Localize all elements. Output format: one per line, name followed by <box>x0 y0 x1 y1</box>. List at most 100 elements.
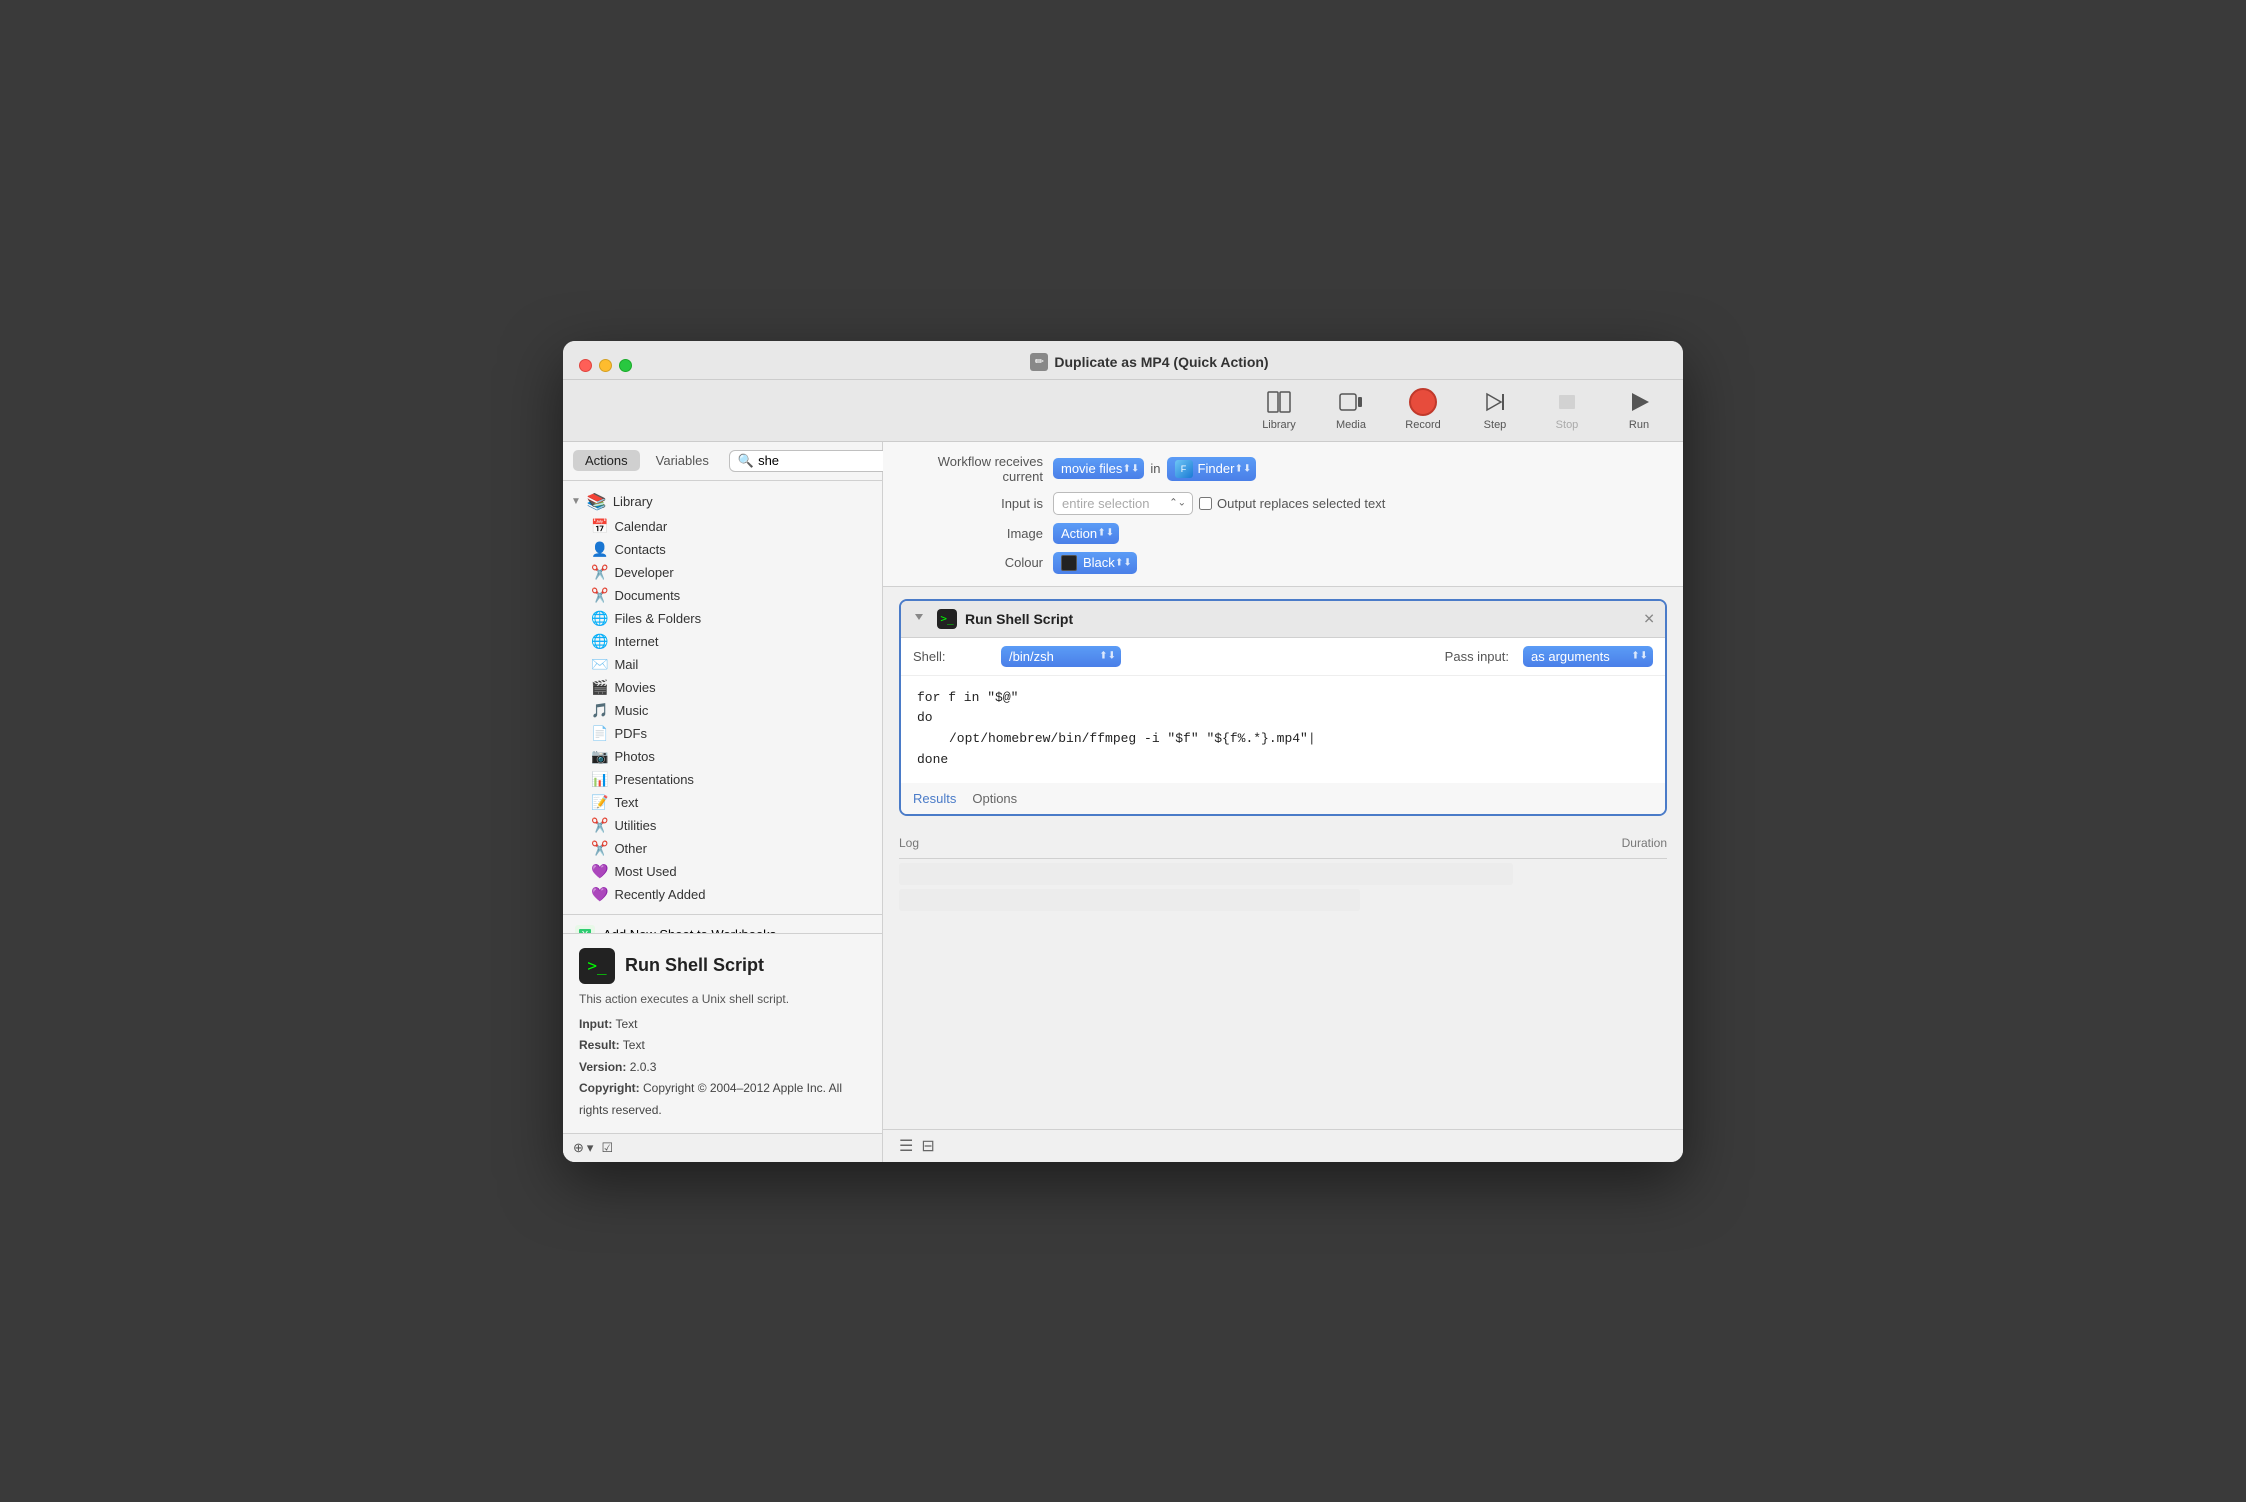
result-add-sheet[interactable]: X Add New Sheet to Workbooks <box>563 919 882 933</box>
finder-dropdown[interactable]: F Finder ⬆⬇ <box>1167 457 1257 481</box>
config-row-colour: Colour Black ⬆⬇ <box>903 552 1663 574</box>
duration-column-header: Duration <box>1547 836 1667 850</box>
media-label: Media <box>1336 419 1366 431</box>
results-tab[interactable]: Results <box>913 789 956 808</box>
result-label: Result: <box>579 1038 620 1052</box>
sidebar-item-movies[interactable]: 🎬 Movies <box>563 676 882 699</box>
sidebar-item-presentations[interactable]: 📊 Presentations <box>563 768 882 791</box>
workflow-receives-dropdown[interactable]: movie files ⬆⬇ <box>1053 458 1144 479</box>
code-line-3: /opt/homebrew/bin/ffmpeg -i "$f" "${f%.*… <box>917 729 1649 750</box>
run-label: Run <box>1629 419 1649 431</box>
columns-view-button[interactable]: ⊟ <box>921 1136 934 1156</box>
sidebar-tree: ▼ 📚 Library 📅 Calendar 👤 Contacts ✂️ Dev… <box>563 481 882 915</box>
info-panel-title: Run Shell Script <box>625 955 764 976</box>
step-label: Step <box>1484 419 1507 431</box>
sidebar-item-calendar[interactable]: 📅 Calendar <box>563 515 882 538</box>
sidebar-item-pdfs[interactable]: 📄 PDFs <box>563 722 882 745</box>
action-collapse-button[interactable] <box>913 610 929 628</box>
input-dropdown-arrow-icon: ⌃⌄ <box>1169 498 1186 509</box>
sidebar-item-text[interactable]: 📝 Text <box>563 791 882 814</box>
action-shell-row: Shell: /bin/zsh ⬆⬇ Pass input: as argume… <box>901 638 1665 676</box>
code-line-4: done <box>917 750 1649 771</box>
image-value: Action <box>1061 526 1097 541</box>
checkbox-button[interactable]: ☑ <box>601 1140 613 1156</box>
sidebar-label-mail: Mail <box>614 657 638 672</box>
toolbar-media[interactable]: Media <box>1327 388 1375 431</box>
pass-input-dropdown[interactable]: as arguments ⬆⬇ <box>1523 646 1653 667</box>
colour-dropdown-arrow-icon: ⬆⬇ <box>1115 557 1132 568</box>
input-is-value: entire selection <box>1062 496 1149 511</box>
sidebar-item-utilities[interactable]: ✂️ Utilities <box>563 814 882 837</box>
sidebar-item-photos[interactable]: 📷 Photos <box>563 745 882 768</box>
stop-icon <box>1553 388 1581 416</box>
titlebar: ✏ Duplicate as MP4 (Quick Action) <box>563 341 1683 380</box>
toolbar-stop[interactable]: Stop <box>1543 388 1591 431</box>
input-is-label: Input is <box>903 496 1043 511</box>
add-action-button[interactable]: ⊕ ▾ <box>573 1140 593 1156</box>
shell-dropdown-arrow-icon: ⬆⬇ <box>1099 651 1116 662</box>
pass-input-value: as arguments <box>1531 649 1610 664</box>
sidebar-item-mail[interactable]: ✉️ Mail <box>563 653 882 676</box>
step-icon <box>1481 388 1509 416</box>
sidebar-item-files-folders[interactable]: 🌐 Files & Folders <box>563 607 882 630</box>
sidebar-label-documents: Documents <box>614 588 680 603</box>
info-header: >_ Run Shell Script <box>579 948 866 984</box>
sidebar-item-developer[interactable]: ✂️ Developer <box>563 561 882 584</box>
sidebar-library[interactable]: ▼ 📚 Library <box>563 489 882 515</box>
toolbar-library[interactable]: Library <box>1255 388 1303 431</box>
toolbar-step[interactable]: Step <box>1471 388 1519 431</box>
list-view-button[interactable]: ☰ <box>899 1136 913 1156</box>
sidebar-item-documents[interactable]: ✂️ Documents <box>563 584 882 607</box>
action-block: >_ Run Shell Script ✕ Shell: /bin/zsh ⬆⬇… <box>899 599 1667 816</box>
action-header: >_ Run Shell Script ✕ <box>901 601 1665 638</box>
toolbar-record[interactable]: Record <box>1399 388 1447 431</box>
title-area: ✏ Duplicate as MP4 (Quick Action) <box>632 353 1667 379</box>
input-value: Text <box>615 1017 637 1031</box>
info-panel: >_ Run Shell Script This action executes… <box>563 933 882 1133</box>
log-row-2 <box>899 889 1360 911</box>
sidebar-item-internet[interactable]: 🌐 Internet <box>563 630 882 653</box>
close-button[interactable] <box>579 359 592 372</box>
sidebar-label-most-used: Most Used <box>614 864 676 879</box>
sidebar-item-other[interactable]: ✂️ Other <box>563 837 882 860</box>
sidebar-label-contacts: Contacts <box>614 542 665 557</box>
copyright-label: Copyright: <box>579 1081 640 1095</box>
result-value: Text <box>623 1038 645 1052</box>
maximize-button[interactable] <box>619 359 632 372</box>
options-tab[interactable]: Options <box>972 789 1017 808</box>
output-replaces-input[interactable] <box>1199 497 1212 510</box>
sidebar-item-recently-added[interactable]: 💜 Recently Added <box>563 883 882 906</box>
sidebar-label-internet: Internet <box>614 634 658 649</box>
log-column-header: Log <box>899 836 1547 850</box>
output-replaces-label: Output replaces selected text <box>1217 496 1385 511</box>
output-replaces-checkbox[interactable]: Output replaces selected text <box>1199 496 1385 511</box>
minimize-button[interactable] <box>599 359 612 372</box>
right-bottom-bar: ☰ ⊟ <box>883 1129 1683 1162</box>
library-label: Library <box>1262 419 1296 431</box>
code-editor[interactable]: for f in "$@" do /opt/homebrew/bin/ffmpe… <box>901 676 1665 783</box>
sidebar-item-most-used[interactable]: 💜 Most Used <box>563 860 882 883</box>
info-panel-icon: >_ <box>579 948 615 984</box>
search-icon: 🔍 <box>738 453 754 469</box>
action-close-button[interactable]: ✕ <box>1643 610 1655 627</box>
input-is-dropdown[interactable]: entire selection ⌃⌄ <box>1053 492 1193 515</box>
dropdown-arrow-icon: ⬆⬇ <box>1123 463 1140 474</box>
image-dropdown-arrow-icon: ⬆⬇ <box>1097 528 1114 539</box>
toolbar-run[interactable]: Run <box>1615 388 1663 431</box>
config-row-workflow: Workflow receives current movie files ⬆⬇… <box>903 454 1663 484</box>
tab-variables[interactable]: Variables <box>644 450 721 471</box>
info-panel-description: This action executes a Unix shell script… <box>579 992 866 1006</box>
stop-label: Stop <box>1556 419 1579 431</box>
tab-actions[interactable]: Actions <box>573 450 640 471</box>
image-dropdown[interactable]: Action ⬆⬇ <box>1053 523 1119 544</box>
finder-label: Finder <box>1198 461 1235 476</box>
sidebar-item-music[interactable]: 🎵 Music <box>563 699 882 722</box>
shell-dropdown[interactable]: /bin/zsh ⬆⬇ <box>1001 646 1121 667</box>
run-icon <box>1625 388 1653 416</box>
sidebar-label-pdfs: PDFs <box>614 726 647 741</box>
version-value: 2.0.3 <box>630 1060 657 1074</box>
sidebar-item-contacts[interactable]: 👤 Contacts <box>563 538 882 561</box>
colour-dropdown[interactable]: Black ⬆⬇ <box>1053 552 1137 574</box>
sidebar-label-photos: Photos <box>614 749 654 764</box>
checkbox-icon: ☑ <box>601 1140 613 1156</box>
